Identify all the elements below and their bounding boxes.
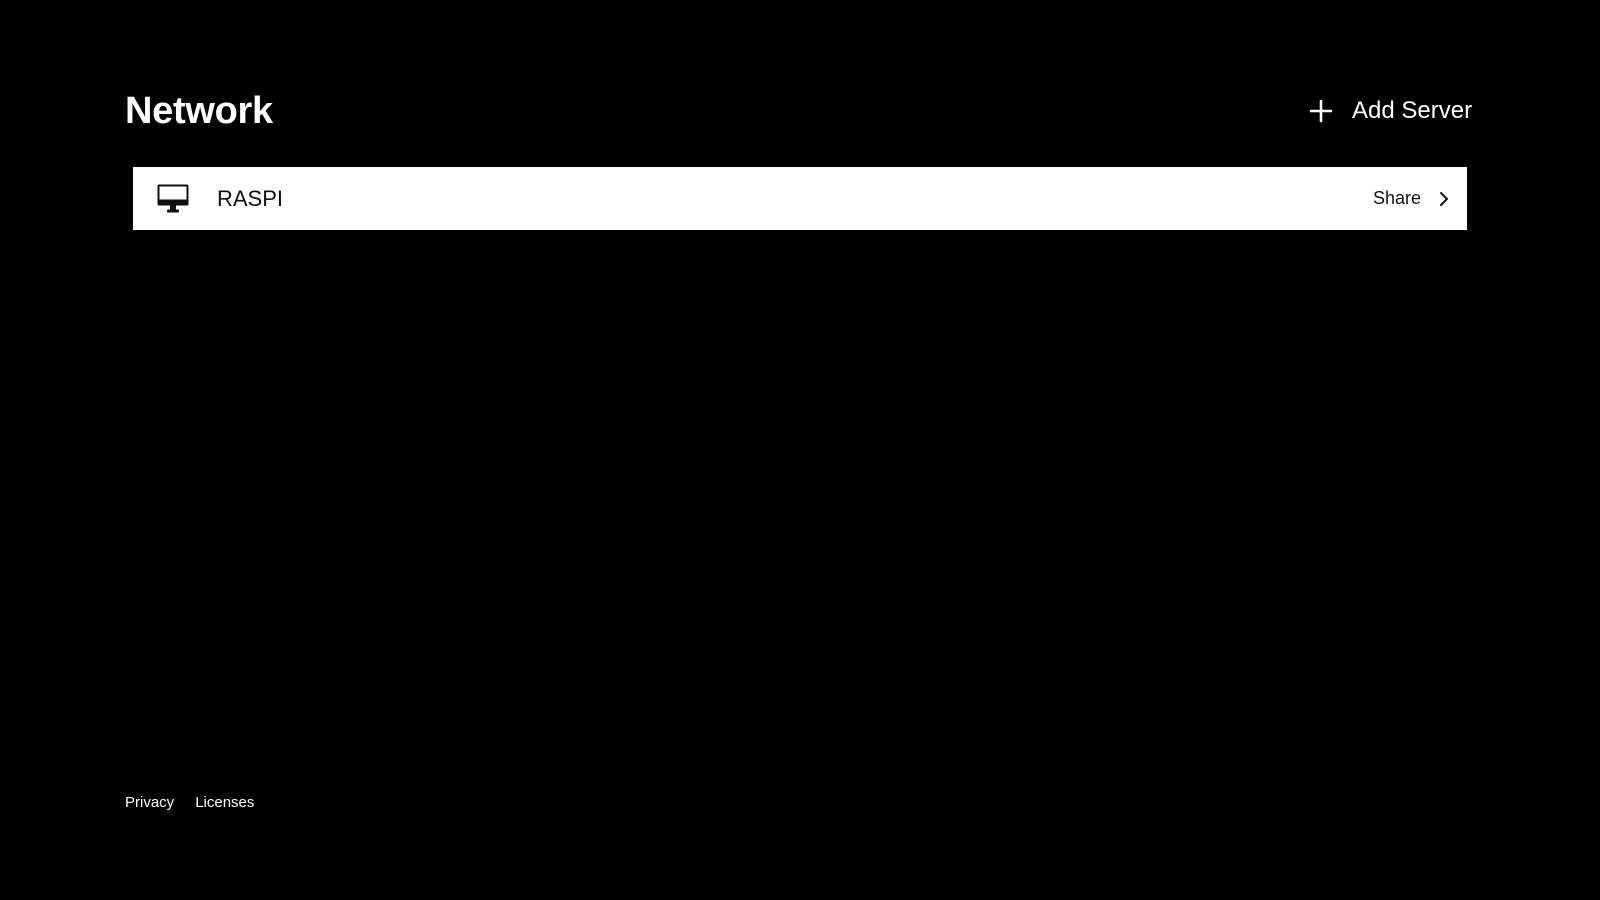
add-server-button[interactable]: Add Server — [1308, 90, 1472, 132]
share-label: Share — [1372, 188, 1421, 208]
server-name: RASPI — [217, 185, 284, 211]
add-server-label: Add Server — [1352, 97, 1473, 124]
licenses-link[interactable]: Licenses — [195, 794, 254, 811]
computer-icon — [157, 184, 189, 214]
server-list: RASPI Share — [133, 167, 1467, 230]
network-page: Network Add Server RASPI Share Privacy L… — [0, 0, 1600, 900]
chevron-right-icon — [1437, 190, 1451, 208]
server-row-raspi[interactable]: RASPI Share — [133, 167, 1467, 230]
page-title: Network — [125, 90, 273, 132]
privacy-link[interactable]: Privacy — [125, 794, 174, 811]
footer: Privacy Licenses — [125, 794, 254, 811]
plus-icon — [1308, 98, 1334, 124]
